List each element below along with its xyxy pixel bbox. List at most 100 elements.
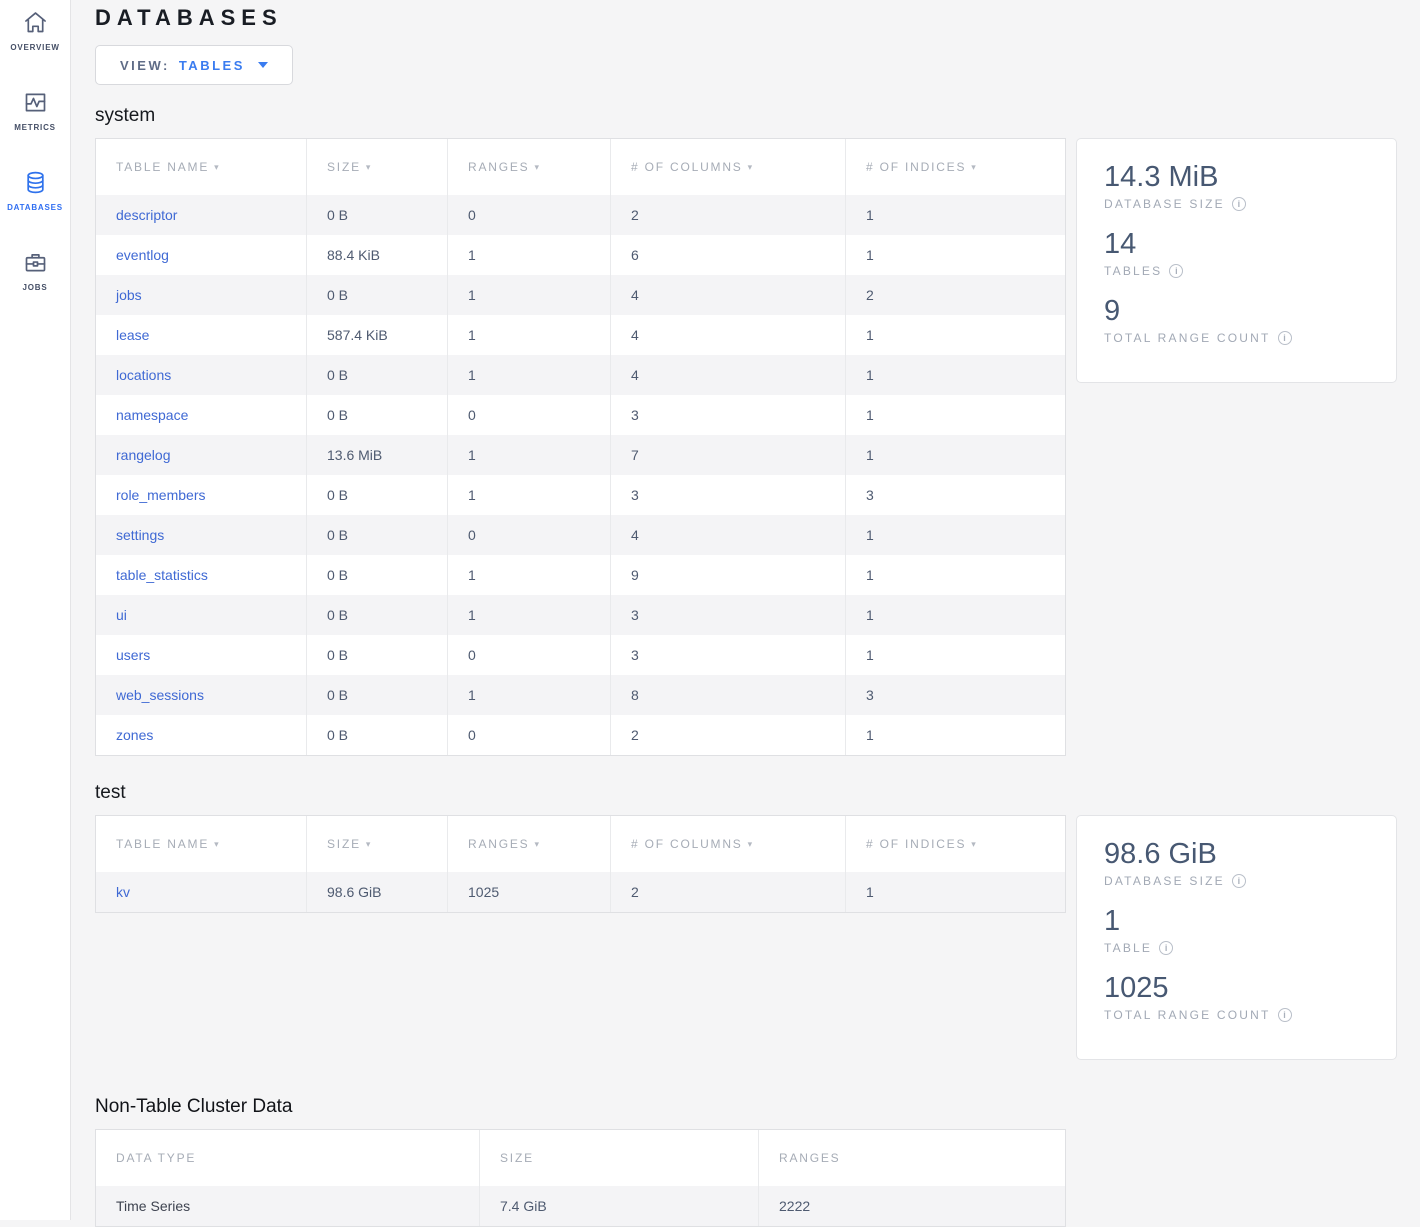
sidebar-item-overview[interactable]: OVERVIEW [0, 0, 70, 80]
info-icon[interactable]: i [1278, 331, 1292, 345]
tables-table: TABLE NAME▾SIZE▾RANGES▾# OF COLUMNS▾# OF… [95, 138, 1066, 756]
column-header-data-type: DATA TYPE [96, 1130, 480, 1186]
table-name-link[interactable]: namespace [116, 407, 188, 423]
non-table-section: Non-Table Cluster Data DATA TYPESIZERANG… [95, 1095, 1397, 1227]
table-name-link[interactable]: web_sessions [116, 687, 204, 703]
view-selector-dropdown[interactable]: VIEW: TABLES [95, 45, 293, 85]
table-name-link[interactable]: role_members [116, 487, 205, 503]
cell: 0 [448, 195, 611, 235]
table-row: kv98.6 GiB102521 [96, 872, 1065, 912]
stat-value: 1 [1104, 904, 1369, 938]
table-row: settings0 B041 [96, 515, 1065, 555]
stat-value: 14 [1104, 227, 1369, 261]
cell: 0 B [307, 675, 448, 715]
table-row: descriptor0 B021 [96, 195, 1065, 235]
stat-label: DATABASE SIZEi [1104, 874, 1369, 888]
cell: web_sessions [96, 675, 307, 715]
cell: rangelog [96, 435, 307, 475]
non-table-data-table: DATA TYPESIZERANGES Time Series7.4 GiB22… [95, 1129, 1066, 1227]
database-icon [22, 169, 49, 196]
column-header-table-name[interactable]: TABLE NAME▾ [96, 816, 307, 872]
cell: 2 [611, 195, 846, 235]
database-section-test: test TABLE NAME▾SIZE▾RANGES▾# OF COLUMNS… [95, 782, 1397, 1060]
cell: ui [96, 595, 307, 635]
sidebar-item-databases[interactable]: DATABASES [0, 160, 70, 240]
table-header-row: TABLE NAME▾SIZE▾RANGES▾# OF COLUMNS▾# OF… [96, 139, 1065, 195]
table-name-link[interactable]: zones [116, 727, 153, 743]
table-name-link[interactable]: jobs [116, 287, 142, 303]
info-icon[interactable]: i [1232, 197, 1246, 211]
sort-caret-icon: ▾ [214, 162, 220, 172]
cell: 1 [448, 475, 611, 515]
column-header-size[interactable]: SIZE▾ [307, 816, 448, 872]
table-name-link[interactable]: descriptor [116, 207, 177, 223]
table-name-link[interactable]: ui [116, 607, 127, 623]
cell: 4 [611, 275, 846, 315]
cell: 3 [611, 395, 846, 435]
cell: 2 [846, 275, 1065, 315]
sort-caret-icon: ▾ [971, 839, 977, 849]
column-header-ranges[interactable]: RANGES▾ [448, 139, 611, 195]
cell: 2 [611, 715, 846, 755]
stat-value: 1025 [1104, 971, 1369, 1005]
cell: 3 [846, 675, 1065, 715]
table-row: web_sessions0 B183 [96, 675, 1065, 715]
info-icon[interactable]: i [1278, 1008, 1292, 1022]
info-icon[interactable]: i [1232, 874, 1246, 888]
cell: descriptor [96, 195, 307, 235]
cell: role_members [96, 475, 307, 515]
cell: 0 B [307, 635, 448, 675]
table-name-link[interactable]: locations [116, 367, 171, 383]
table-row: lease587.4 KiB141 [96, 315, 1065, 355]
sidebar-item-metrics[interactable]: METRICS [0, 80, 70, 160]
table-name-link[interactable]: rangelog [116, 447, 171, 463]
stat-label: TOTAL RANGE COUNTi [1104, 331, 1369, 345]
summary-stat: 1025TOTAL RANGE COUNTi [1104, 971, 1369, 1022]
column-header-of-columns[interactable]: # OF COLUMNS▾ [611, 816, 846, 872]
column-header-size[interactable]: SIZE▾ [307, 139, 448, 195]
cell: users [96, 635, 307, 675]
sidebar-item-jobs[interactable]: JOBS [0, 240, 70, 320]
sidebar-item-label: DATABASES [7, 203, 63, 212]
column-header-of-indices[interactable]: # OF INDICES▾ [846, 816, 1065, 872]
sort-caret-icon: ▾ [214, 839, 220, 849]
sort-caret-icon: ▾ [748, 839, 754, 849]
column-header-of-columns[interactable]: # OF COLUMNS▾ [611, 139, 846, 195]
sidebar-item-label: OVERVIEW [10, 43, 59, 52]
table-name-link[interactable]: lease [116, 327, 149, 343]
cell: eventlog [96, 235, 307, 275]
cell: 0 B [307, 355, 448, 395]
table-name-link[interactable]: settings [116, 527, 164, 543]
sort-caret-icon: ▾ [366, 839, 372, 849]
cell: locations [96, 355, 307, 395]
cell: 8 [611, 675, 846, 715]
table-row: Time Series7.4 GiB2222 [96, 1186, 1065, 1226]
cell: 1 [846, 872, 1065, 912]
cell: 0 B [307, 555, 448, 595]
column-header-ranges[interactable]: RANGES▾ [448, 816, 611, 872]
stat-label: TABLEi [1104, 941, 1369, 955]
cell: 1 [846, 635, 1065, 675]
table-row: users0 B031 [96, 635, 1065, 675]
cell: 1 [846, 195, 1065, 235]
cell: 98.6 GiB [307, 872, 448, 912]
cell: lease [96, 315, 307, 355]
table-row: locations0 B141 [96, 355, 1065, 395]
table-name-link[interactable]: kv [116, 884, 130, 900]
info-icon[interactable]: i [1169, 264, 1183, 278]
view-selector-value: TABLES [179, 58, 245, 73]
table-name-link[interactable]: table_statistics [116, 567, 208, 583]
column-header-table-name[interactable]: TABLE NAME▾ [96, 139, 307, 195]
database-name-heading: test [95, 782, 1397, 804]
cell: 0 [448, 515, 611, 555]
briefcase-icon [22, 249, 49, 276]
cell: 1 [846, 715, 1065, 755]
cell: table_statistics [96, 555, 307, 595]
table-name-link[interactable]: eventlog [116, 247, 169, 263]
column-header-of-indices[interactable]: # OF INDICES▾ [846, 139, 1065, 195]
stat-value: 14.3 MiB [1104, 160, 1369, 194]
cell: 1025 [448, 872, 611, 912]
sort-caret-icon: ▾ [366, 162, 372, 172]
table-name-link[interactable]: users [116, 647, 150, 663]
info-icon[interactable]: i [1159, 941, 1173, 955]
